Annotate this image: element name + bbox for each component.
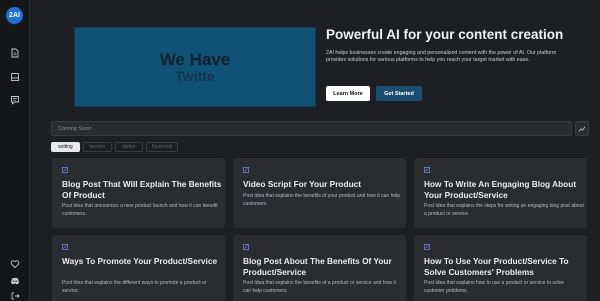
tab-facebook[interactable]: facebook [146, 142, 178, 152]
card-description: Post Idea that explains how to use a pro… [424, 280, 565, 294]
prompt-card[interactable]: How To Use Your Product/Service To Solve… [414, 235, 587, 301]
card-description: Post Idea that explains the benefits of … [243, 280, 396, 294]
chat-icon[interactable] [10, 95, 20, 105]
card-title: How To Write An Engaging Blog About Your… [424, 179, 577, 200]
card-description: Post Idea that explains the benefits of … [243, 193, 401, 207]
edit-icon [424, 244, 430, 250]
tab-twitter[interactable]: twitter [115, 142, 143, 152]
learn-more-button[interactable]: Learn More [326, 86, 370, 101]
prompt-card[interactable]: Blog Post That Will Explain The Benefits… [52, 158, 225, 228]
card-description: Post Idea that announces a new product l… [62, 203, 218, 217]
hero-image: We Have Twitte [74, 27, 316, 107]
tab-tweeter[interactable]: tweeter [83, 142, 112, 152]
card-title: Ways To Promote Your Product/Service [62, 256, 218, 266]
hero-description: 2AI helps businesses create engaging and… [326, 50, 557, 64]
card-title: Blog Post About The Benefits Of Your Pro… [243, 256, 392, 277]
prompt-card[interactable]: Ways To Promote Your Product/Service Pos… [52, 235, 225, 301]
get-started-button[interactable]: Get Started [376, 86, 422, 101]
card-title: Video Script For Your Product [243, 179, 362, 189]
prompt-card[interactable]: How To Write An Engaging Blog About Your… [414, 158, 587, 228]
edit-icon [62, 167, 68, 173]
app-logo[interactable]: 2AI [6, 7, 23, 24]
tab-writing[interactable]: writing [51, 142, 80, 152]
hero-image-line2: Twitte [175, 68, 215, 84]
search-input[interactable]: Coming Soon [51, 121, 572, 136]
sidebar: 2AI [0, 0, 30, 301]
hero-title: Powerful AI for your content creation [326, 27, 564, 42]
chart-button[interactable] [575, 121, 589, 136]
edit-icon [243, 167, 249, 173]
prompt-card[interactable]: Blog Post About The Benefits Of Your Pro… [233, 235, 406, 301]
card-description: Post Idea that explains the different wa… [62, 280, 207, 294]
logout-icon[interactable] [10, 291, 20, 301]
edit-icon [424, 167, 430, 173]
line-chart-icon [578, 125, 586, 132]
hero-image-line1: We Have [159, 50, 231, 69]
edit-icon [243, 244, 249, 250]
card-description: Post Idea that explains the steps for wr… [424, 203, 584, 217]
card-title: How To Use Your Product/Service To Solve… [424, 256, 569, 277]
heart-icon[interactable] [10, 259, 20, 269]
prompt-card[interactable]: Video Script For Your Product Post Idea … [233, 158, 406, 228]
edit-icon [62, 244, 68, 250]
card-title: Blog Post That Will Explain The Benefits… [62, 179, 222, 200]
document-icon[interactable] [10, 48, 20, 58]
discord-icon[interactable] [10, 276, 20, 286]
layout-icon[interactable] [10, 72, 20, 82]
